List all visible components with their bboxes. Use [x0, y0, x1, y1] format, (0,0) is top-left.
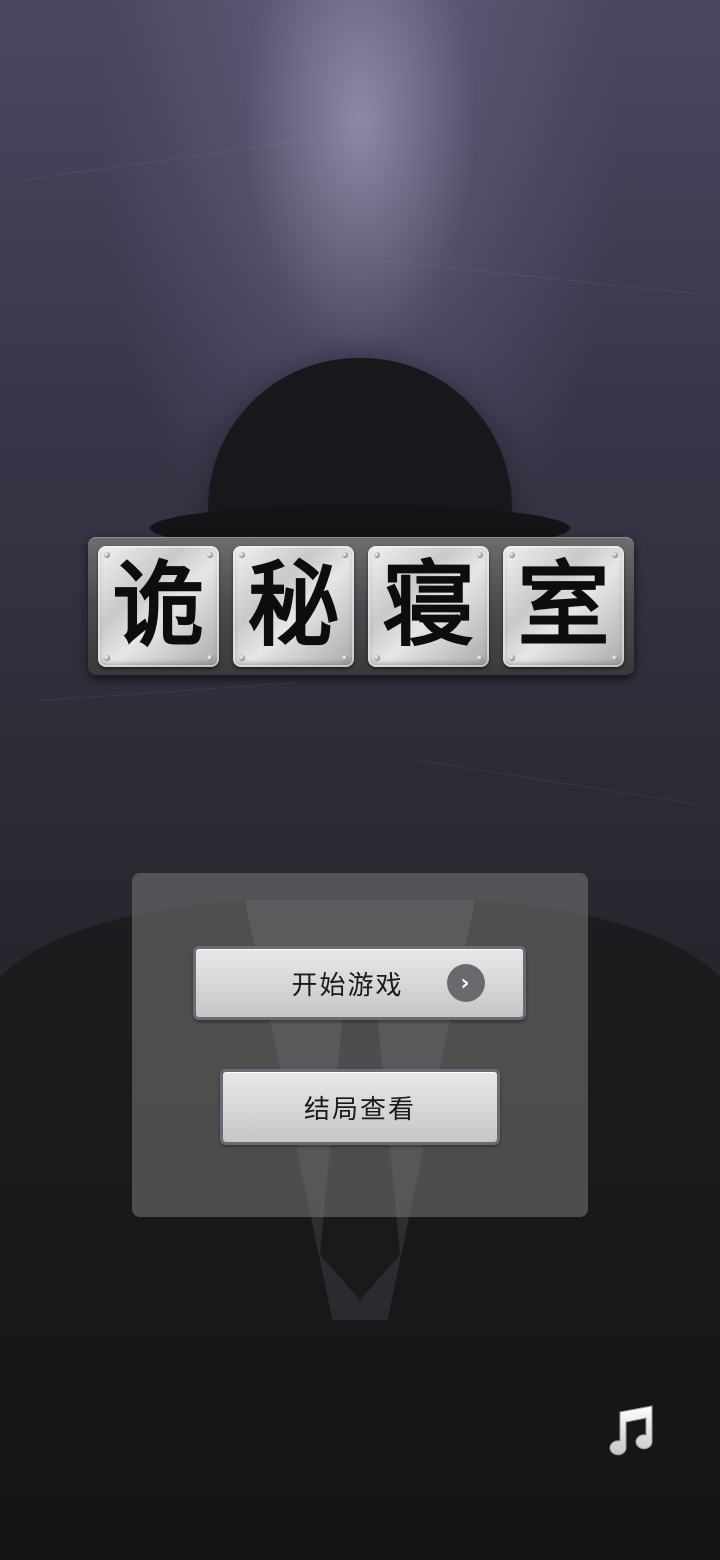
view-endings-label: 结局查看 — [303, 1094, 416, 1125]
title-tile: 秘 — [233, 545, 354, 667]
main-menu-panel — [132, 873, 588, 1217]
start-game-label: 开始游戏 — [291, 970, 404, 1001]
title-char: 室 — [517, 552, 610, 659]
background-scratch — [39, 681, 300, 701]
background-scratch — [19, 138, 318, 181]
music-note-icon — [609, 1405, 653, 1456]
title-char: 秘 — [247, 552, 340, 659]
start-game-button[interactable]: 开始游戏 › — [193, 946, 526, 1020]
background-scratch — [379, 260, 699, 295]
music-toggle-button[interactable] — [604, 1404, 658, 1458]
chevron-right-icon: › — [447, 964, 485, 1002]
view-endings-button[interactable]: 结局查看 — [220, 1069, 500, 1145]
title-char: 寝 — [382, 552, 475, 659]
title-tile: 寝 — [368, 545, 489, 667]
background-scratch — [419, 760, 697, 805]
title-tile: 室 — [503, 545, 624, 667]
game-title-plate: 诡 秘 寝 室 — [88, 537, 634, 675]
game-title-screen: 诡 秘 寝 室 开始游戏 › 结局查看 — [0, 0, 720, 1560]
title-tile: 诡 — [98, 545, 219, 667]
title-char: 诡 — [112, 552, 205, 659]
